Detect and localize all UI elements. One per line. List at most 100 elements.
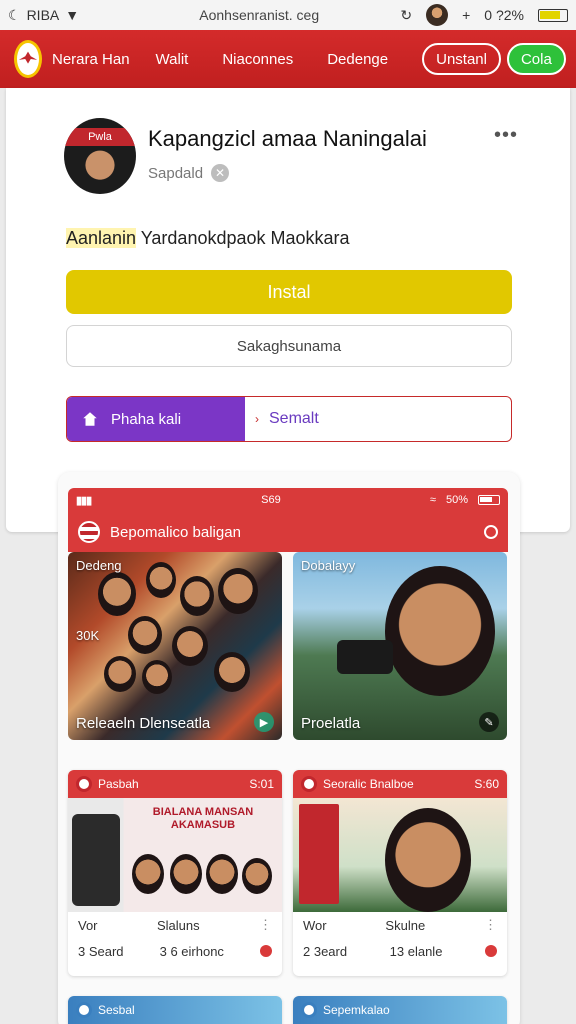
preview-card-2[interactable]: Seoralic Bnalboe S:60 Wor Skulne ⋮ 2 3ea…: [293, 770, 507, 976]
photo-tile-photographer[interactable]: Dobalayy Proelatla ✎: [293, 552, 507, 740]
preview-header-title: Bepomalico baligan: [110, 523, 241, 541]
card1-stat1-label: Vor: [78, 917, 98, 933]
segment-home[interactable]: Phaha kali: [67, 397, 245, 441]
card1-poster-text: BIALANA MANSAN AKAMASUB: [152, 806, 254, 831]
brand-logo[interactable]: [14, 40, 42, 78]
tile1-label: Releaeln Dlenseatla: [76, 715, 211, 732]
card2-stat1-label: Wor: [303, 917, 327, 933]
person-photo: [146, 562, 176, 598]
app-logo-icon: [76, 776, 92, 792]
app-description: Aanlanin Yardanokdpaok Maokkara: [66, 228, 350, 249]
app-card: Pwla Kapangzicl amaa Naningalai ••• Sapd…: [6, 88, 570, 532]
home-icon: [83, 412, 97, 426]
top-navigation: Nerara Han Walit Niaconnes Dedenge Unsta…: [0, 30, 576, 88]
preview-header: Bepomalico baligan: [68, 512, 508, 552]
segment-semalt-label: Semalt: [269, 410, 319, 427]
banner-image: [299, 804, 339, 904]
more-vertical-icon[interactable]: ⋮: [484, 917, 497, 933]
card2-stat2-label: Skulne: [385, 917, 426, 933]
card2-title: Seoralic Bnalboe: [323, 777, 414, 791]
close-icon[interactable]: ✕: [211, 164, 230, 182]
battery-text: 0 ?2%: [484, 7, 524, 23]
app-subtitle: Sapdald ✕: [148, 164, 230, 182]
status-bar: ☾ RIBA ▼ Aonhsenranist. ceg ↻ + 0 ?2%: [0, 0, 576, 30]
preview-status-time: S69: [261, 494, 281, 506]
edit-icon[interactable]: ✎: [479, 712, 499, 732]
preview-status-bar: ▮▮▮ S69 ≈ 50%: [68, 488, 508, 512]
chat-icon[interactable]: ▶: [254, 712, 274, 732]
card2-row-values: 2 3eard 13 elanle: [293, 938, 507, 964]
battery-icon: [538, 8, 568, 22]
person-photo: [104, 656, 136, 692]
avatar[interactable]: [426, 4, 449, 26]
wifi-icon: ≈: [429, 494, 436, 506]
segment-semalt[interactable]: › Semalt: [245, 397, 511, 441]
card4-title: Sepemkalao: [323, 1003, 390, 1017]
reload-icon[interactable]: ↻: [400, 7, 412, 24]
more-icon[interactable]: •••: [494, 124, 518, 147]
person-photo: [172, 626, 208, 666]
person-photo: [180, 576, 214, 616]
plus-icon[interactable]: +: [462, 7, 470, 23]
app-logo-icon: [76, 1002, 92, 1018]
desc-text: Yardanokdpaok Maokkara: [140, 228, 350, 248]
card2-stat1-value: 2 3eard: [303, 943, 348, 959]
person-photo: [242, 858, 272, 894]
chevron-right-icon: ›: [255, 412, 259, 426]
record-icon[interactable]: [485, 945, 497, 957]
app-title: Kapangzicl amaa Naningalai: [148, 126, 427, 151]
person-photo: [214, 652, 250, 692]
card1-image: BIALANA MANSAN AKAMASUB: [68, 798, 282, 912]
card3-header: Sesbal: [68, 996, 282, 1024]
person-photo: [385, 808, 471, 912]
person-photo: [142, 660, 172, 694]
install-button[interactable]: Instal: [66, 270, 512, 314]
person-photo: [132, 854, 164, 894]
app-subtitle-text: Sapdald: [148, 164, 204, 182]
app-logo-icon: [301, 776, 317, 792]
more-vertical-icon[interactable]: ⋮: [259, 917, 272, 933]
install-top-button[interactable]: Unstanl: [422, 43, 501, 75]
tile2-top-label: Dobalayy: [301, 558, 356, 573]
cola-button[interactable]: Cola: [506, 43, 566, 75]
nav-link-3[interactable]: Niaconnes: [222, 51, 293, 68]
chevron-down-icon[interactable]: ▼: [65, 7, 79, 23]
nav-link-2[interactable]: Walit: [156, 51, 189, 68]
battery-icon: [478, 495, 500, 505]
card2-stat2-value: 13 elanle: [389, 943, 443, 959]
phone-image: [72, 814, 120, 906]
card1-stat2-value: 3 6 eirhonc: [159, 943, 224, 959]
preview-card-4[interactable]: Sepemkalao: [293, 996, 507, 1024]
screenshot-preview: ▮▮▮ S69 ≈ 50% Bepomalico baligan Dedeng …: [58, 472, 520, 1024]
preview-status-batt: 50%: [445, 494, 468, 506]
nav-link-1[interactable]: Nerara Han: [52, 51, 130, 68]
card1-title: Pasbah: [98, 777, 139, 791]
record-icon[interactable]: [260, 945, 272, 957]
photo-tile-group[interactable]: Dedeng 30K Releaeln Dlenseatla ▶: [68, 552, 282, 740]
secondary-button[interactable]: Sakaghsunama: [66, 325, 512, 367]
preview-card-3[interactable]: Sesbal: [68, 996, 282, 1024]
flag-icon: [78, 521, 100, 543]
card3-title: Sesbal: [98, 1003, 135, 1017]
circle-icon[interactable]: [484, 525, 498, 539]
person-photo: [385, 566, 495, 696]
card1-row-values: 3 Seard 3 6 eirhonc: [68, 938, 282, 964]
moon-icon: ☾: [8, 6, 21, 23]
card1-time: S:01: [249, 777, 274, 791]
person-photo: [170, 854, 202, 894]
segment-home-label: Phaha kali: [111, 410, 182, 428]
signal-icon: ▮▮▮: [76, 494, 92, 507]
person-photo: [128, 616, 162, 654]
card1-header: Pasbah S:01: [68, 770, 282, 798]
card1-stat2-label: Slaluns: [156, 917, 200, 933]
person-photo: [98, 572, 136, 616]
card2-row-labels: Wor Skulne ⋮: [293, 912, 507, 938]
camera-icon: [337, 640, 393, 674]
url-bar[interactable]: Aonhsenranist. ceg: [118, 7, 400, 23]
card2-time: S:60: [474, 777, 499, 791]
desc-highlight: Aanlanin: [66, 228, 137, 248]
segmented-control: Phaha kali › Semalt: [66, 396, 512, 442]
app-icon-caption: Pwla: [64, 128, 136, 146]
preview-card-1[interactable]: Pasbah S:01 BIALANA MANSAN AKAMASUB Vor …: [68, 770, 282, 976]
nav-link-4[interactable]: Dedenge: [327, 51, 388, 68]
